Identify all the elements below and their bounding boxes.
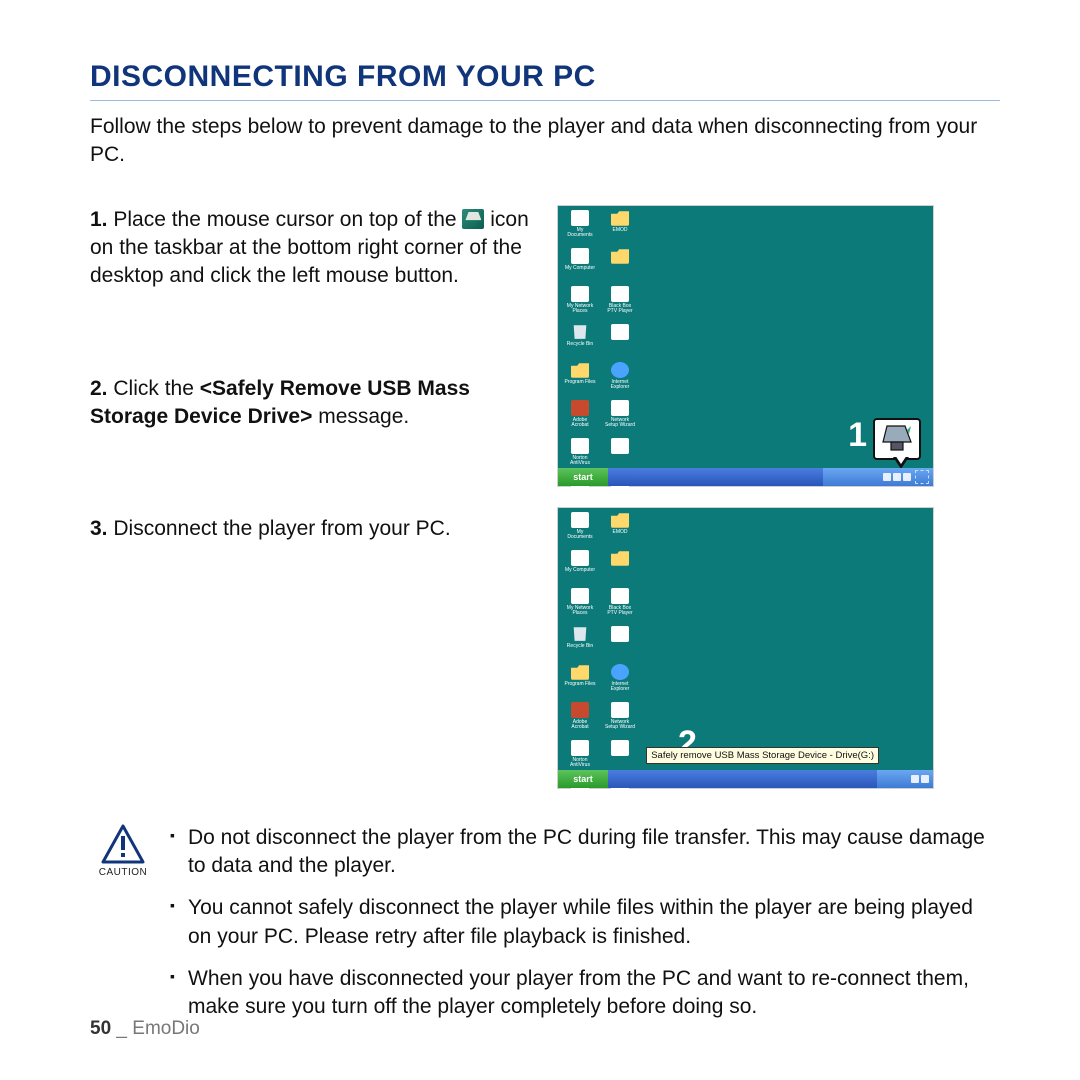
intro-text: Follow the steps below to prevent damage… [90, 113, 1000, 170]
system-tray-1 [823, 468, 933, 486]
start-button[interactable]: start [558, 468, 608, 486]
step-2-text-b: message. [312, 405, 409, 428]
usb-eject-icon [881, 424, 913, 454]
step-2-text-a: Click the [113, 377, 199, 400]
page-title: DISCONNECTING FROM YOUR PC [90, 60, 1000, 101]
caution-list: Do not disconnect the player from the PC… [170, 824, 1000, 1036]
safely-remove-tooltip[interactable]: Safely remove USB Mass Storage Device - … [646, 747, 879, 764]
step-1: 1. Place the mouse cursor on top of the … [90, 206, 530, 291]
screenshot-2: My Documents EMOD My Computer My Network… [558, 508, 933, 788]
screenshot-1: My Documents EMOD My Computer My Network… [558, 206, 933, 486]
step-1-text-a: Place the mouse cursor on top of the [113, 208, 456, 231]
page-number: 50 [90, 1018, 111, 1039]
page-footer: 50 _ EmoDio [90, 1018, 200, 1040]
tray-icon[interactable] [883, 473, 891, 481]
step-1-number: 1. [90, 208, 108, 231]
tray-highlighted-icon[interactable] [915, 470, 929, 484]
taskbar-1: start [558, 468, 933, 486]
callout-1: 1 [848, 418, 921, 460]
step-3-number: 3. [90, 517, 108, 540]
tray-icon[interactable] [893, 473, 901, 481]
footer-separator: _ [111, 1018, 132, 1039]
step-2: 2. Click the <Safely Remove USB Mass Sto… [90, 375, 530, 432]
callout-1-number: 1 [848, 418, 867, 452]
footer-section: EmoDio [132, 1018, 200, 1039]
caution-badge: CAUTION [90, 824, 156, 1036]
desktop-icons-2: My Documents EMOD My Computer My Network… [564, 512, 638, 814]
tray-icon[interactable] [921, 775, 929, 783]
caution-item: When you have disconnected your player f… [170, 965, 1000, 1022]
step-2-number: 2. [90, 377, 108, 400]
step-3: 3. Disconnect the player from your PC. [90, 515, 530, 543]
start-button[interactable]: start [558, 770, 608, 788]
taskbar-2: start [558, 770, 933, 788]
system-tray-2 [877, 770, 933, 788]
desktop-icons-1: My Documents EMOD My Computer My Network… [564, 210, 638, 512]
callout-1-bubble [873, 418, 921, 460]
step-3-text: Disconnect the player from your PC. [113, 517, 450, 540]
safely-remove-icon [462, 209, 484, 229]
caution-icon [101, 824, 145, 864]
steps-column: 1. Place the mouse cursor on top of the … [90, 206, 530, 788]
caution-item: You cannot safely disconnect the player … [170, 894, 1000, 951]
screenshots-column: My Documents EMOD My Computer My Network… [558, 206, 933, 788]
tray-icon[interactable] [911, 775, 919, 783]
tray-icon[interactable] [903, 473, 911, 481]
caution-label: CAUTION [90, 866, 156, 880]
caution-item: Do not disconnect the player from the PC… [170, 824, 1000, 881]
